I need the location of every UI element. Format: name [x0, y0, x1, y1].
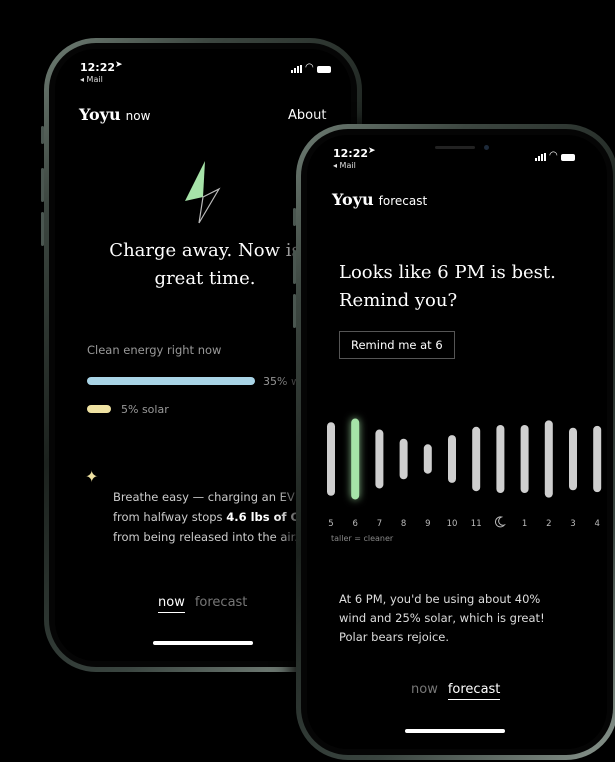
chart-bar-moon[interactable]	[496, 424, 505, 494]
status-time: 12:22	[80, 61, 116, 74]
wifi-icon: ◠	[549, 150, 558, 161]
chart-tick-label: 5	[328, 519, 333, 529]
bottom-nav: now forecast	[158, 595, 247, 613]
chart-tick-label: 9	[425, 519, 430, 529]
wind-percent: 35% w	[263, 375, 300, 388]
phone-right: 12:22 ➤ ◂ Mail ◠ Yoyu forecast Looks like…	[293, 124, 615, 760]
tab-now[interactable]: now	[411, 682, 438, 700]
back-to-mail-link[interactable]: ◂ Mail	[333, 161, 356, 170]
chart-tick-label: 3	[570, 519, 575, 529]
forecast-chart: 5 6 7 8 9 10 11 1 2 3 4	[327, 418, 602, 529]
chart-tick-label: 10	[447, 519, 458, 529]
screen-forecast: 12:22 ➤ ◂ Mail ◠ Yoyu forecast Looks like…	[307, 135, 607, 749]
tip-line-2-text: from halfway stops	[113, 510, 227, 524]
chart-tick-label: 7	[377, 519, 382, 529]
solar-bar	[87, 405, 111, 413]
chart-tick-label: 4	[594, 519, 599, 529]
chart-bar-2[interactable]	[544, 420, 553, 498]
remind-button[interactable]: Remind me at 6	[339, 331, 455, 359]
summary-text: At 6 PM, you'd be using about 40% wind a…	[339, 592, 545, 644]
chart-bar-8[interactable]	[399, 438, 408, 480]
brand-page: now	[125, 109, 151, 123]
sparkle-icon: ✦	[85, 467, 99, 486]
location-arrow-icon: ➤	[115, 60, 123, 70]
location-arrow-icon: ➤	[368, 146, 376, 156]
about-link[interactable]: About	[288, 108, 326, 123]
wind-bar	[87, 377, 255, 385]
bottom-nav: now forecast	[411, 682, 501, 700]
battery-icon	[561, 154, 575, 161]
brand-header: Yoyu now	[79, 105, 150, 124]
signal-icon	[291, 65, 302, 73]
lightning-bolt-icon	[185, 161, 221, 224]
chart-bar-10[interactable]	[448, 435, 456, 483]
brand-name: Yoyu	[332, 190, 374, 209]
chart-bar-9[interactable]	[423, 444, 432, 474]
tab-forecast[interactable]: forecast	[195, 595, 248, 613]
battery-icon	[317, 66, 331, 73]
status-time: 12:22	[333, 147, 369, 160]
home-indicator[interactable]	[153, 641, 253, 645]
solar-percent: 5% solar	[121, 403, 169, 416]
wifi-icon: ◠	[305, 62, 314, 73]
clean-energy-label: Clean energy right now	[87, 343, 222, 357]
signal-icon	[535, 153, 546, 161]
home-indicator[interactable]	[405, 729, 505, 733]
chart-bar-11[interactable]	[472, 426, 481, 492]
moon-icon	[494, 516, 506, 528]
chart-bar-7[interactable]	[375, 429, 384, 489]
chart-tick-label: 2	[546, 519, 551, 529]
chart-tick-label: 6	[352, 519, 357, 529]
chart-bar-5[interactable]	[327, 422, 335, 496]
headline: Charge away. Now is great time.	[109, 240, 301, 289]
chart-tick-label: 1	[522, 519, 527, 529]
brand-name: Yoyu	[79, 105, 121, 124]
status-bar: 12:22 ➤ ◂ Mail ◠	[307, 135, 607, 175]
chart-tick-label: 8	[401, 519, 406, 529]
chart-bar-4[interactable]	[593, 425, 602, 493]
headline: Looks like 6 PM is best. Remind you?	[339, 262, 556, 311]
chart-bar-6[interactable]	[351, 418, 360, 500]
tab-forecast[interactable]: forecast	[447, 682, 501, 700]
brand-page: forecast	[378, 194, 428, 208]
status-bar: 12:22 ➤ ◂ Mail ◠	[55, 49, 351, 89]
brand-header: Yoyu forecast	[332, 190, 427, 209]
chart-tick-label: 11	[471, 519, 482, 529]
back-to-mail-link[interactable]: ◂ Mail	[80, 75, 103, 84]
chart-bar-1[interactable]	[520, 424, 529, 494]
chart-bar-3[interactable]	[569, 427, 577, 491]
chart-caption: taller = cleaner	[331, 534, 394, 543]
tab-now[interactable]: now	[158, 595, 185, 613]
